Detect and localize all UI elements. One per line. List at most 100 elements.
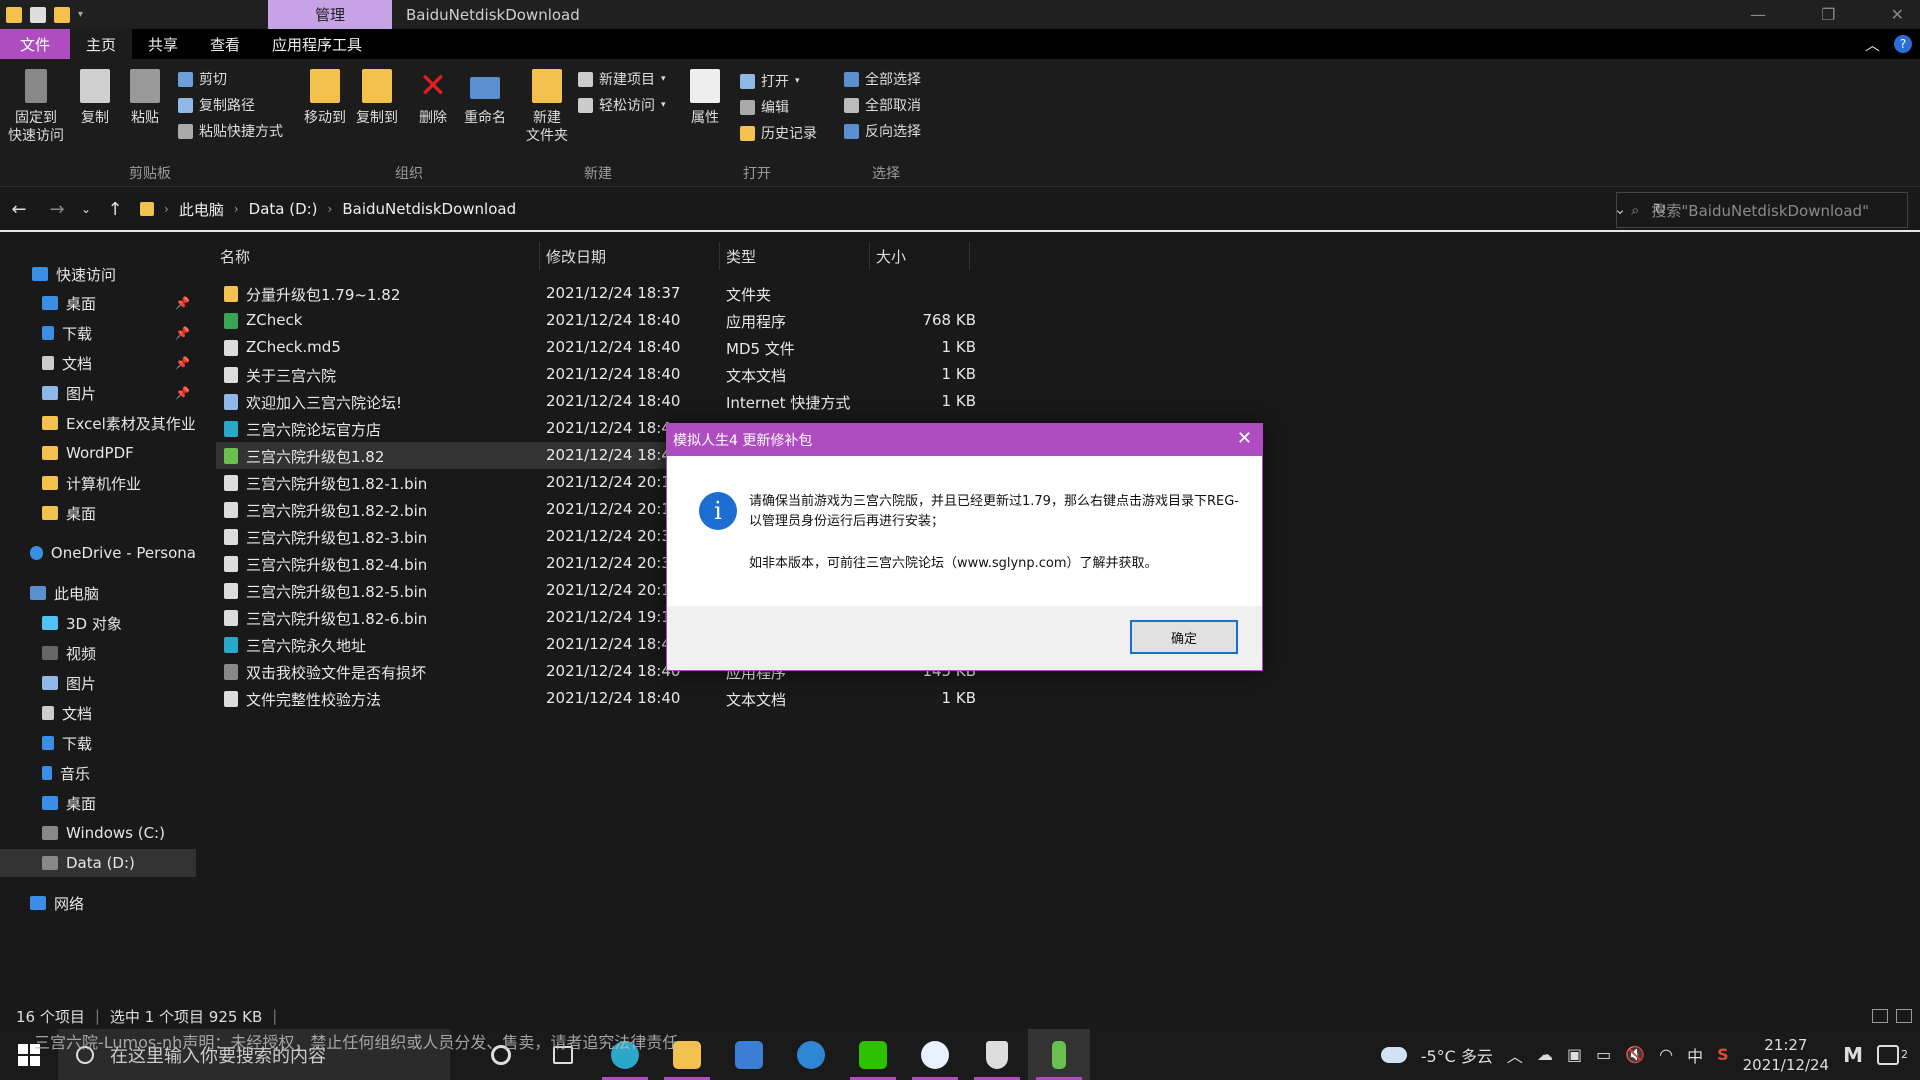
tab-share[interactable]: 共享 — [132, 29, 194, 59]
nav-pc-desktop[interactable]: 桌面 — [0, 789, 196, 817]
select-none-button[interactable]: 全部取消 — [844, 95, 921, 115]
ime-indicator[interactable]: 中 — [1687, 1043, 1703, 1067]
volume-muted-icon[interactable]: 🔇 — [1625, 1045, 1645, 1064]
breadcrumb-this-pc[interactable]: 此电脑 — [179, 199, 224, 220]
pin-icon[interactable]: 📌 — [175, 356, 190, 370]
nav-pc-drive-d[interactable]: Data (D:) — [0, 849, 196, 877]
file-row[interactable]: 分量升级包1.79~1.82 2021/12/24 18:37 文件夹 — [216, 280, 1006, 307]
nav-qa-pictures[interactable]: 图片 📌 — [0, 379, 196, 407]
move-to-button[interactable]: 移动到 — [304, 69, 346, 127]
manage-contextual-tab[interactable]: 管理 — [268, 0, 392, 29]
forward-arrow-icon[interactable]: → — [38, 199, 76, 220]
edit-button[interactable]: 编辑 — [740, 97, 789, 117]
copy-button[interactable]: 复制 — [80, 69, 110, 127]
delete-button[interactable]: ✕ 删除 — [418, 69, 448, 127]
file-row[interactable]: ZCheck 2021/12/24 18:40 应用程序 768 KB — [216, 307, 1006, 334]
tab-file[interactable]: 文件 — [0, 29, 70, 59]
customize-toolbar-chevron-icon[interactable]: ▾ — [78, 9, 83, 20]
onedrive-tray-icon[interactable]: ☁ — [1537, 1045, 1553, 1064]
nav-quick-access[interactable]: 快速访问 — [0, 260, 196, 288]
nav-qa-desktop-2[interactable]: 桌面 — [0, 499, 196, 527]
nav-qa-homework[interactable]: 计算机作业 — [0, 469, 196, 497]
tab-view[interactable]: 查看 — [194, 29, 256, 59]
nav-qa-desktop[interactable]: 桌面 📌 — [0, 289, 196, 317]
copy-path-button[interactable]: 复制路径 — [178, 95, 255, 115]
help-icon[interactable]: ? — [1894, 35, 1912, 53]
open-button[interactable]: 打开 ▾ — [740, 71, 800, 91]
column-header-date[interactable]: 修改日期 — [540, 242, 720, 270]
column-header-type[interactable]: 类型 — [720, 242, 870, 270]
wifi-icon[interactable]: ◠ — [1659, 1045, 1673, 1064]
invert-selection-button[interactable]: 反向选择 — [844, 121, 921, 141]
sogou-ime-icon[interactable]: S — [1717, 1045, 1729, 1064]
properties-check-icon[interactable] — [30, 6, 46, 23]
tab-home[interactable]: 主页 — [70, 29, 133, 59]
pin-to-quick-access-button[interactable]: 固定到 快速访问 — [8, 69, 64, 145]
pin-icon[interactable]: 📌 — [175, 296, 190, 310]
battery-icon[interactable]: ▭ — [1596, 1045, 1611, 1064]
nav-qa-documents[interactable]: 文档 📌 — [0, 349, 196, 377]
nav-network[interactable]: 网络 — [0, 889, 196, 917]
easy-access-button[interactable]: 轻松访问 ▾ — [578, 95, 666, 115]
large-icons-view-icon[interactable] — [1896, 1009, 1912, 1023]
history-button[interactable]: 历史记录 — [740, 123, 817, 143]
nav-pc-3d-objects[interactable]: 3D 对象 — [0, 609, 196, 637]
tray-app-icon[interactable]: ▣ — [1567, 1045, 1582, 1064]
details-view-icon[interactable] — [1872, 1009, 1888, 1023]
recent-locations-chevron-icon[interactable]: ⌄ — [76, 202, 96, 216]
breadcrumb-data-d[interactable]: Data (D:) — [249, 200, 318, 218]
nav-this-pc[interactable]: 此电脑 — [0, 579, 196, 607]
close-icon[interactable]: ✕ — [1237, 428, 1252, 449]
paste-button[interactable]: 粘贴 — [130, 69, 160, 127]
notification-center-icon[interactable] — [1877, 1044, 1899, 1065]
taskbar-app-blue[interactable] — [718, 1029, 780, 1080]
pin-icon[interactable]: 📌 — [175, 326, 190, 340]
select-all-button[interactable]: 全部选择 — [844, 69, 921, 89]
nav-pc-music[interactable]: 音乐 — [0, 759, 196, 787]
nav-qa-wordpdf[interactable]: WordPDF — [0, 439, 196, 467]
new-folder-button[interactable]: 新建 文件夹 — [526, 69, 568, 145]
taskbar-installer[interactable] — [1028, 1029, 1090, 1080]
file-row[interactable]: ZCheck.md5 2021/12/24 18:40 MD5 文件 1 KB — [216, 334, 1006, 361]
breadcrumb[interactable]: › 此电脑 › Data (D:) › BaiduNetdiskDownload — [140, 199, 1600, 220]
new-item-button[interactable]: 新建项目 ▾ — [578, 69, 666, 89]
properties-button[interactable]: 属性 — [690, 69, 720, 127]
column-header-size[interactable]: 大小 — [870, 242, 970, 270]
taskbar-wechat[interactable] — [842, 1029, 904, 1080]
nav-pc-videos[interactable]: 视频 — [0, 639, 196, 667]
mail-m-icon[interactable]: M — [1843, 1043, 1863, 1067]
folder-icon[interactable] — [6, 6, 22, 23]
cut-button[interactable]: 剪切 — [178, 69, 227, 89]
taskbar-security[interactable] — [966, 1029, 1028, 1080]
show-hidden-icons-chevron-icon[interactable]: ︿ — [1507, 1043, 1523, 1067]
column-header-name[interactable]: 名称 — [200, 242, 540, 270]
nav-qa-excel[interactable]: Excel素材及其作业 — [0, 409, 196, 437]
maximize-icon[interactable]: ❐ — [1821, 5, 1835, 24]
nav-pc-downloads[interactable]: 下载 — [0, 729, 196, 757]
nav-pc-pictures[interactable]: 图片 — [0, 669, 196, 697]
tab-app-tools[interactable]: 应用程序工具 — [256, 29, 378, 59]
pin-icon[interactable]: 📌 — [175, 386, 190, 400]
nav-onedrive[interactable]: OneDrive - Persona — [0, 539, 196, 567]
nav-qa-downloads[interactable]: 下载 📌 — [0, 319, 196, 347]
nav-pc-drive-c[interactable]: Windows (C:) — [0, 819, 196, 847]
taskbar-baidu-netdisk[interactable] — [904, 1029, 966, 1080]
new-folder-icon[interactable] — [54, 6, 70, 23]
clock[interactable]: 21:27 2021/12/24 — [1743, 1035, 1829, 1075]
minimize-icon[interactable]: — — [1750, 5, 1766, 24]
weather-text[interactable]: -5°C 多云 — [1421, 1043, 1493, 1067]
file-row[interactable]: 欢迎加入三宫六院论坛! 2021/12/24 18:40 Internet 快捷方式… — [216, 388, 1006, 415]
ok-button[interactable]: 确定 — [1130, 620, 1238, 654]
file-row[interactable]: 文件完整性校验方法 2021/12/24 18:40 文本文档 1 KB — [216, 685, 1006, 712]
rename-button[interactable]: 重命名 — [464, 69, 506, 127]
collapse-ribbon-chevron-icon[interactable]: ︿ — [1865, 34, 1880, 55]
copy-to-button[interactable]: 复制到 — [356, 69, 398, 127]
breadcrumb-current-folder[interactable]: BaiduNetdiskDownload — [342, 200, 516, 218]
up-arrow-icon[interactable]: ↑ — [96, 199, 134, 220]
close-icon[interactable]: ✕ — [1891, 5, 1904, 24]
nav-pc-documents[interactable]: 文档 — [0, 699, 196, 727]
paste-shortcut-button[interactable]: 粘贴快捷方式 — [178, 121, 283, 141]
search-input[interactable]: ⌕ 搜索"BaiduNetdiskDownload" — [1616, 192, 1908, 228]
file-row[interactable]: 关于三宫六院 2021/12/24 18:40 文本文档 1 KB — [216, 361, 1006, 388]
taskbar-ie[interactable] — [780, 1029, 842, 1080]
